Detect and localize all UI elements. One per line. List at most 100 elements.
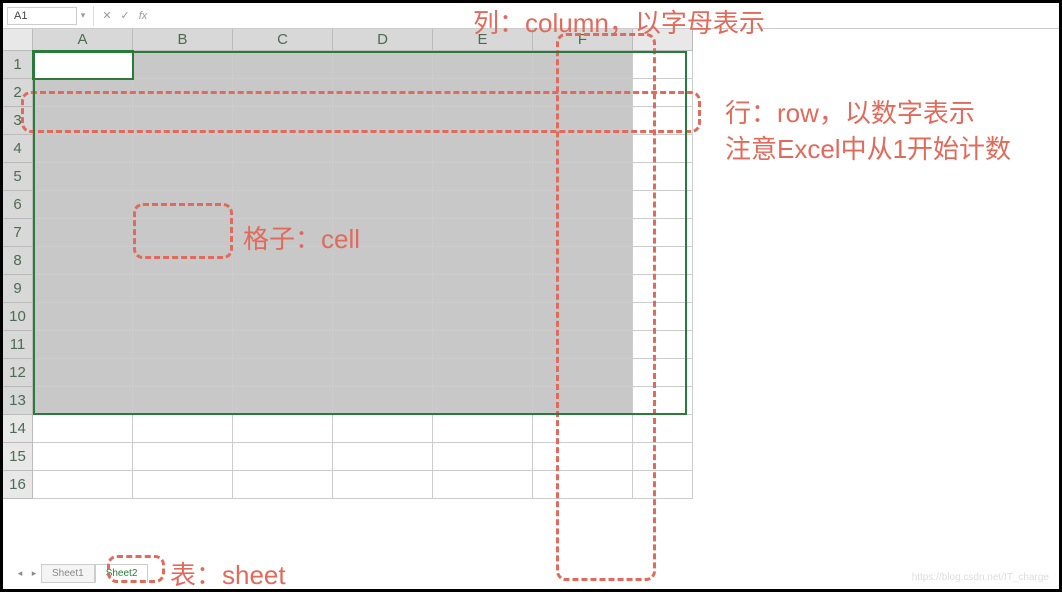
sheet-tab-2[interactable]: Sheet2 [95,564,149,583]
cell[interactable] [533,275,633,303]
cell[interactable] [533,191,633,219]
cell[interactable] [133,275,233,303]
cell[interactable] [133,387,233,415]
cell[interactable] [133,303,233,331]
cell[interactable] [633,79,693,107]
cell[interactable] [133,51,233,79]
select-all-corner[interactable] [3,29,33,51]
row-header-9[interactable]: 9 [3,275,33,303]
cell[interactable] [433,191,533,219]
cell[interactable] [333,275,433,303]
cell[interactable] [533,387,633,415]
cell[interactable] [33,107,133,135]
tab-nav-next-icon[interactable]: ▸ [27,568,41,579]
cell[interactable] [433,247,533,275]
column-header-A[interactable]: A [33,29,133,51]
cell[interactable] [433,415,533,443]
cell[interactable] [333,51,433,79]
cell[interactable] [33,219,133,247]
cell[interactable] [533,135,633,163]
cell[interactable] [333,163,433,191]
cell-A1[interactable] [33,51,133,79]
cell[interactable] [33,275,133,303]
cell[interactable] [433,51,533,79]
row-header-16[interactable]: 16 [3,471,33,499]
cell[interactable] [533,247,633,275]
row-header-6[interactable]: 6 [3,191,33,219]
cell[interactable] [333,135,433,163]
cell[interactable] [633,415,693,443]
cell[interactable] [333,191,433,219]
cell[interactable] [33,303,133,331]
cell[interactable] [433,219,533,247]
cell[interactable] [333,443,433,471]
row-header-15[interactable]: 15 [3,443,33,471]
cell[interactable] [233,443,333,471]
cell[interactable] [233,387,333,415]
cell[interactable] [633,387,693,415]
cell[interactable] [133,163,233,191]
cell[interactable] [33,359,133,387]
cell[interactable] [433,331,533,359]
cell[interactable] [133,107,233,135]
cell[interactable] [633,247,693,275]
cell[interactable] [233,303,333,331]
cell[interactable] [33,191,133,219]
cell[interactable] [333,107,433,135]
row-header-7[interactable]: 7 [3,219,33,247]
cell[interactable] [533,79,633,107]
cell[interactable] [133,135,233,163]
cell[interactable] [33,471,133,499]
cell[interactable] [533,163,633,191]
cell[interactable] [533,443,633,471]
cell[interactable] [533,219,633,247]
cell[interactable] [233,191,333,219]
cell[interactable] [233,415,333,443]
cell[interactable] [233,275,333,303]
cell[interactable] [533,303,633,331]
cell[interactable] [333,415,433,443]
cell[interactable] [133,191,233,219]
cell[interactable] [633,443,693,471]
fx-icon[interactable]: fx [134,10,152,22]
row-header-5[interactable]: 5 [3,163,33,191]
cell[interactable] [233,163,333,191]
cell[interactable] [633,303,693,331]
column-header-C[interactable]: C [233,29,333,51]
cell[interactable] [33,135,133,163]
name-box[interactable]: A1 [7,7,77,25]
sheet-tab-1[interactable]: Sheet1 [41,564,95,583]
cell[interactable] [133,443,233,471]
row-header-10[interactable]: 10 [3,303,33,331]
row-header-3[interactable]: 3 [3,107,33,135]
row-header-2[interactable]: 2 [3,79,33,107]
cell[interactable] [533,471,633,499]
cell[interactable] [33,443,133,471]
cell[interactable] [433,107,533,135]
cell[interactable] [133,471,233,499]
cell[interactable] [133,331,233,359]
cell[interactable] [633,275,693,303]
cell[interactable] [333,387,433,415]
row-header-13[interactable]: 13 [3,387,33,415]
cell[interactable] [633,191,693,219]
cell[interactable] [33,415,133,443]
cell[interactable] [633,331,693,359]
cell[interactable] [633,163,693,191]
cell[interactable] [633,51,693,79]
cell[interactable] [433,79,533,107]
cell[interactable] [533,359,633,387]
cell[interactable] [633,359,693,387]
column-header-D[interactable]: D [333,29,433,51]
cell[interactable] [133,79,233,107]
cell[interactable] [633,107,693,135]
cell[interactable] [233,135,333,163]
cell[interactable] [333,79,433,107]
cell[interactable] [33,247,133,275]
cell[interactable] [133,359,233,387]
cell[interactable] [333,359,433,387]
cell[interactable] [433,163,533,191]
cell[interactable] [533,107,633,135]
row-header-8[interactable]: 8 [3,247,33,275]
cell[interactable] [533,331,633,359]
